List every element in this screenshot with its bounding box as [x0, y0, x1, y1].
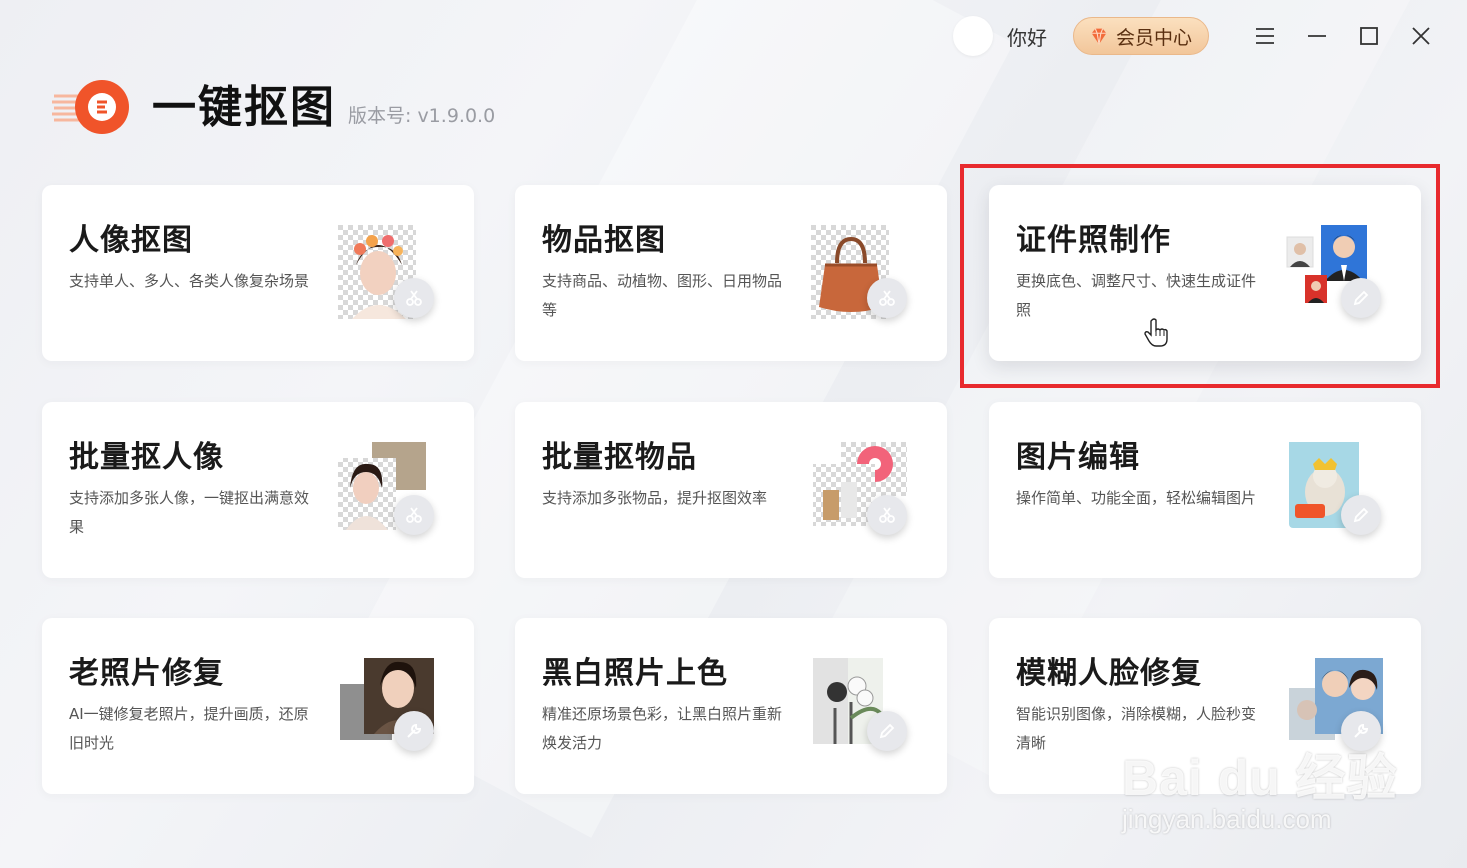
card-description: 支持添加多张人像，一键抠出满意效果 — [69, 489, 310, 536]
pencil-badge — [867, 711, 907, 751]
card-object-cutout[interactable]: 物品抠图 支持商品、动植物、图形、日用物品等 — [515, 185, 947, 361]
card-batch-object[interactable]: 批量抠物品 支持添加多张物品，提升抠图效率 — [515, 402, 947, 578]
scissors-badge — [394, 278, 434, 318]
scissors-icon — [406, 290, 422, 306]
card-portrait-cutout[interactable]: 人像抠图 支持单人、多人、各类人像复杂场景 — [42, 185, 474, 361]
wrench-badge — [394, 711, 434, 751]
scissors-icon — [879, 290, 895, 306]
vip-center-button[interactable]: 会员中心 — [1072, 17, 1209, 55]
maximize-button[interactable] — [1343, 16, 1395, 56]
maximize-icon — [1360, 27, 1378, 45]
card-colorize[interactable]: 黑白照片上色 精准还原场景色彩，让黑白照片重新焕发活力 — [515, 618, 947, 794]
card-description: 支持添加多张物品，提升抠图效率 — [542, 489, 768, 507]
card-description: 精准还原场景色彩，让黑白照片重新焕发活力 — [542, 705, 783, 752]
card-title: 人像抠图 — [69, 223, 193, 258]
card-title: 证件照制作 — [1016, 223, 1171, 258]
scissors-badge — [867, 278, 907, 318]
menu-button[interactable] — [1239, 16, 1291, 56]
pencil-icon — [1353, 507, 1369, 523]
card-description: 支持商品、动植物、图形、日用物品等 — [542, 272, 783, 319]
card-title: 物品抠图 — [542, 223, 666, 258]
menu-icon — [1256, 28, 1274, 44]
app-logo-icon — [52, 80, 129, 134]
card-id-photo[interactable]: 证件照制作 更换底色、调整尺寸、快速生成证件照 — [989, 185, 1421, 361]
scissors-badge — [394, 495, 434, 535]
pencil-icon — [1353, 290, 1369, 306]
pencil-badge — [1341, 278, 1381, 318]
card-title: 图片编辑 — [1016, 440, 1140, 475]
vip-center-label: 会员中心 — [1115, 26, 1192, 49]
wrench-icon — [407, 723, 422, 738]
close-icon — [1412, 27, 1430, 45]
card-old-photo-repair[interactable]: 老照片修复 AI一键修复老照片，提升画质，还原旧时光 — [42, 618, 474, 794]
minimize-icon — [1308, 35, 1326, 37]
brand-header: 一键抠图 版本号: v1.9.0.0 — [52, 78, 495, 136]
card-title: 老照片修复 — [69, 656, 224, 691]
scissors-icon — [406, 507, 422, 523]
diamond-icon — [1091, 28, 1107, 45]
app-window: 你好 会员中心 一键抠图 版本号: v1.9.0.0 人像抠图 支持单人、多人、… — [0, 0, 1467, 868]
close-button[interactable] — [1395, 16, 1447, 56]
card-title: 批量抠物品 — [542, 440, 697, 475]
card-batch-portrait[interactable]: 批量抠人像 支持添加多张人像，一键抠出满意效果 — [42, 402, 474, 578]
watermark-main: Bai du 经验 — [1122, 750, 1398, 806]
card-description: 更换底色、调整尺寸、快速生成证件照 — [1016, 272, 1257, 319]
app-title: 一键抠图 — [152, 82, 336, 133]
pencil-icon — [879, 723, 895, 739]
card-title: 批量抠人像 — [69, 440, 224, 475]
hand-cursor-icon — [1144, 318, 1168, 347]
pencil-badge — [1341, 495, 1381, 535]
app-version: 版本号: v1.9.0.0 — [348, 105, 496, 127]
scissors-icon — [879, 507, 895, 523]
card-title: 黑白照片上色 — [542, 656, 728, 691]
greeting-text[interactable]: 你好 — [1007, 22, 1047, 51]
card-image-edit[interactable]: 图片编辑 操作简单、功能全面，轻松编辑图片 — [989, 402, 1421, 578]
minimize-button[interactable] — [1291, 16, 1343, 56]
user-avatar[interactable] — [952, 16, 993, 56]
card-description: AI一键修复老照片，提升画质，还原旧时光 — [69, 705, 309, 752]
card-description: 支持单人、多人、各类人像复杂场景 — [69, 272, 310, 290]
watermark: Bai du 经验 jingyan.baidu.com — [1122, 738, 1398, 835]
card-title: 模糊人脸修复 — [1016, 656, 1202, 691]
card-description: 操作简单、功能全面，轻松编辑图片 — [1016, 489, 1257, 507]
top-bar: 你好 会员中心 — [952, 14, 1447, 58]
scissors-badge — [867, 495, 907, 535]
